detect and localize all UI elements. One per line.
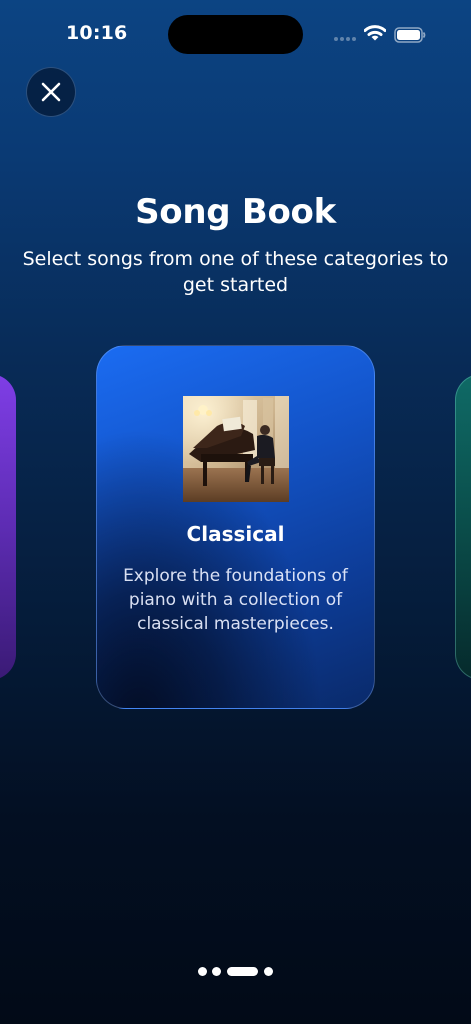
piano-player-image — [183, 396, 289, 502]
close-icon — [41, 82, 61, 102]
page-dot[interactable] — [264, 967, 273, 976]
page-dot[interactable] — [212, 967, 221, 976]
card-title: Classical — [186, 522, 285, 546]
page-indicator[interactable] — [198, 967, 274, 977]
page-dot[interactable] — [198, 967, 207, 976]
dynamic-island — [168, 15, 303, 54]
close-button[interactable] — [26, 67, 76, 117]
page-dot-active[interactable] — [227, 967, 258, 976]
category-card-next[interactable] — [455, 374, 471, 680]
cellular-signal-icon — [334, 37, 358, 42]
page-subtitle: Select songs from one of these categorie… — [22, 248, 449, 296]
page-title: Song Book — [135, 192, 336, 232]
card-description: Explore the foundations of piano with a … — [123, 566, 348, 634]
status-time: 10:16 — [66, 22, 128, 44]
category-card-classical[interactable]: Classical Explore the foundations of pia… — [96, 345, 375, 709]
battery-icon — [394, 27, 426, 43]
status-bar: 10:16 — [0, 0, 471, 70]
category-card-previous[interactable] — [0, 374, 16, 680]
wifi-icon — [363, 24, 387, 42]
song-book-screen: 10:16 Song Book Select songs from one of… — [0, 0, 471, 1024]
